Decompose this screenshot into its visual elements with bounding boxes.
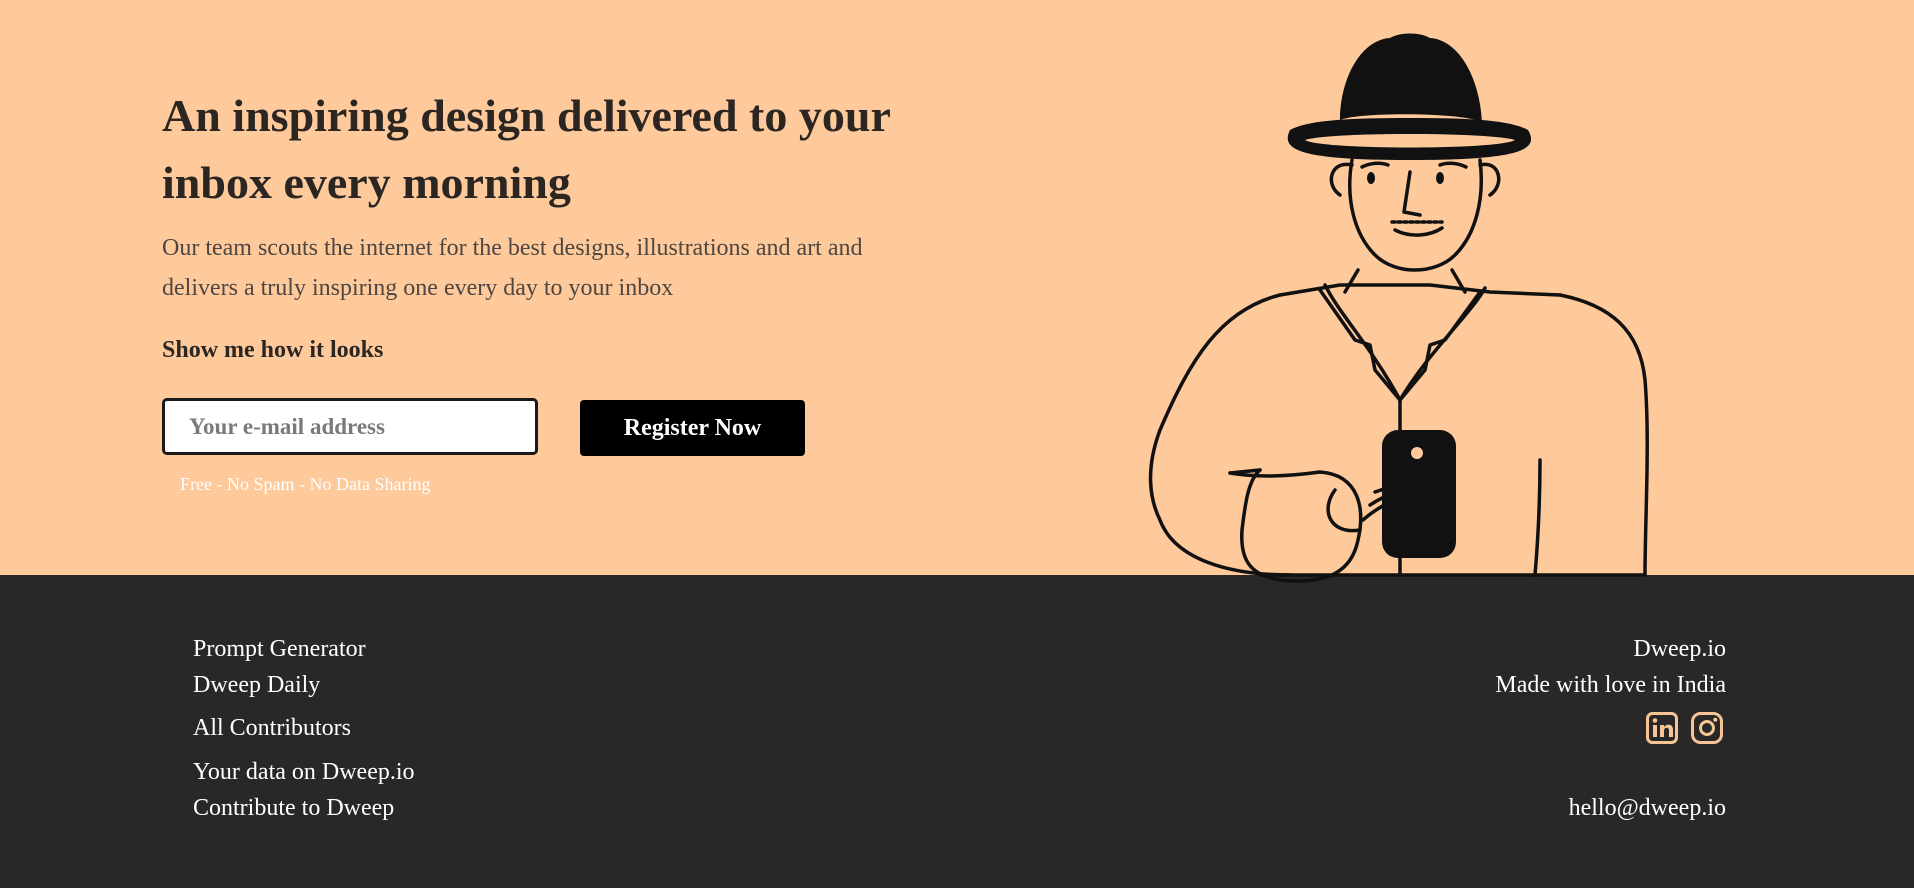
hero-title: An inspiring design delivered to your in… — [162, 90, 891, 208]
footer-link-dweep-daily[interactable]: Dweep Daily — [193, 672, 320, 699]
cta-heading: Show me how it looks — [162, 337, 384, 363]
hero-description: Our team scouts the internet for the bes… — [162, 235, 863, 301]
hero-section: An inspiring design delivered to your in… — [0, 0, 1914, 583]
register-button[interactable]: Register Now — [580, 400, 805, 456]
no-spam-note: Free - No Spam - No Data Sharing — [180, 474, 431, 494]
footer-link-prompt-generator[interactable]: Prompt Generator — [193, 636, 366, 663]
linkedin-icon[interactable] — [1645, 711, 1679, 745]
email-input[interactable] — [162, 398, 538, 455]
footer-link-your-data[interactable]: Your data on Dweep.io — [193, 759, 415, 786]
footer-email-link[interactable]: hello@dweep.io — [1569, 795, 1726, 822]
man-with-phone-illustration — [1148, 33, 1649, 583]
footer-link-all-contributors[interactable]: All Contributors — [193, 715, 351, 742]
footer-brand: Dweep.io — [1633, 636, 1726, 662]
footer-link-contribute[interactable]: Contribute to Dweep — [193, 795, 394, 822]
footer-tagline: Made with love in India — [1495, 672, 1726, 698]
instagram-icon[interactable] — [1690, 711, 1724, 745]
